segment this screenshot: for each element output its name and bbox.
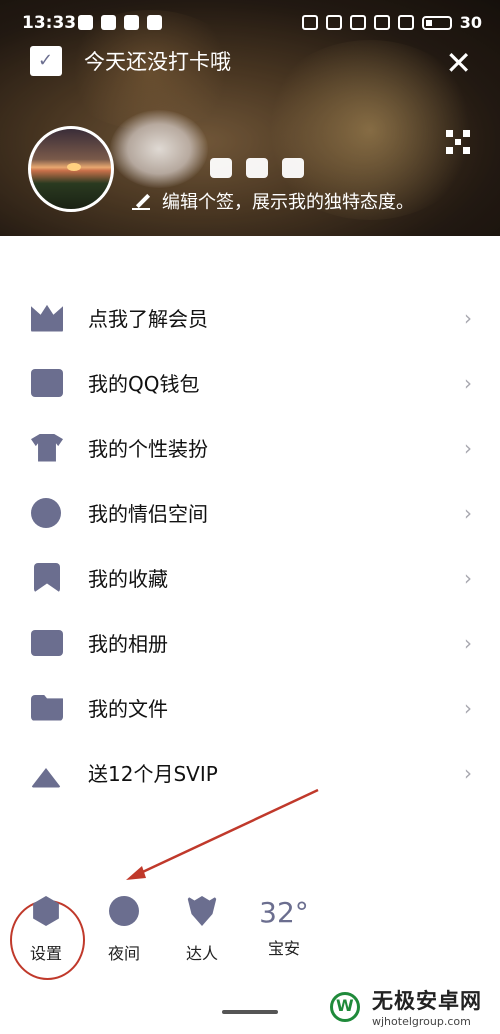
- watermark-url: wjhotelgroup.com: [372, 1015, 471, 1028]
- watermark-logo-icon: W: [330, 991, 364, 1022]
- arrow-head: [126, 866, 146, 880]
- moon-icon: [109, 896, 139, 926]
- expert-label: 达人: [185, 944, 218, 963]
- expert-button[interactable]: 达人: [172, 896, 232, 964]
- arrow-line: [133, 788, 319, 878]
- medal-icon: [187, 896, 217, 926]
- home-indicator[interactable]: [222, 1010, 278, 1014]
- night-mode-button[interactable]: 夜间: [94, 896, 154, 964]
- temperature-value: 32°: [259, 896, 309, 929]
- location-label: 宝安: [267, 939, 300, 958]
- settings-label: 设置: [29, 944, 62, 963]
- night-label: 夜间: [107, 944, 140, 963]
- watermark-title: 无极安卓网: [372, 989, 482, 1013]
- settings-button[interactable]: 设置: [16, 896, 76, 964]
- watermark: W 无极安卓网 wjhotelgroup.com: [330, 985, 482, 1028]
- annotation-arrow: [126, 788, 319, 880]
- settings-icon: [33, 896, 59, 926]
- weather-button[interactable]: 32° 宝安: [254, 896, 314, 959]
- bottom-bar: 设置 夜间 达人 32° 宝安: [0, 896, 500, 986]
